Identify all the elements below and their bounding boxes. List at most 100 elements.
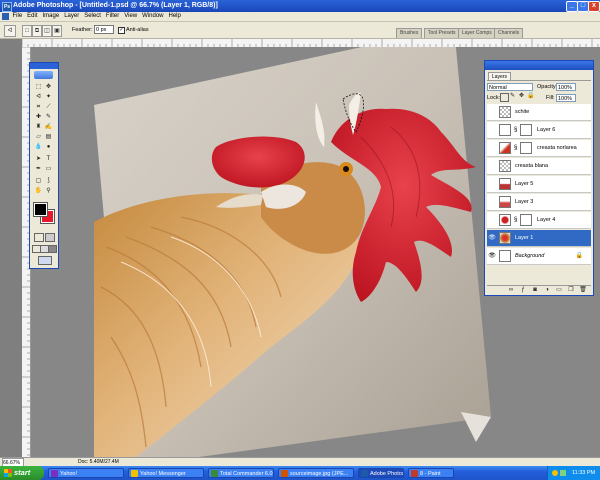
new-group-icon[interactable]: ▭ (555, 286, 563, 294)
standard-mode-icon[interactable] (34, 233, 44, 242)
title-bar[interactable]: Ps Adobe Photoshop - [Untitled-1.psd @ 6… (0, 0, 600, 12)
fill-input[interactable]: 100% (556, 94, 576, 102)
network-tray-icon[interactable] (560, 470, 566, 476)
eyedropper-tool-icon[interactable]: ⟆ (44, 177, 53, 186)
taskbar-button[interactable]: Adobe Photoshop - [... (358, 468, 404, 478)
visibility-eye-icon[interactable]: 👁 (488, 252, 496, 261)
messenger-tray-icon[interactable] (552, 470, 558, 476)
taskbar-button[interactable]: sourceimage.jpg (JPE... (278, 468, 354, 478)
healing-brush-tool-icon[interactable]: ✚ (34, 113, 43, 122)
layer-thumbnail (499, 196, 511, 208)
layers-panel-header[interactable] (485, 61, 593, 70)
lasso-tool-preset-icon[interactable]: ᐊ (4, 25, 16, 37)
menu-file[interactable]: File (10, 12, 25, 21)
dodge-tool-icon[interactable]: ● (44, 143, 53, 152)
visibility-toggle-icon[interactable] (488, 180, 496, 189)
layer-row[interactable]: Layer 3 (487, 194, 591, 211)
visibility-eye-icon[interactable]: 👁 (488, 234, 496, 243)
foreground-color-swatch[interactable] (33, 202, 48, 217)
layer-row[interactable]: Layer 5 (487, 176, 591, 193)
crop-tool-icon[interactable]: ⌗ (34, 103, 43, 112)
link-layers-icon[interactable]: ∞ (507, 286, 515, 294)
close-button[interactable]: x (588, 1, 600, 12)
windows-flag-icon (4, 469, 12, 477)
slice-tool-icon[interactable]: ⟋ (44, 103, 53, 112)
layer-row[interactable]: schite (487, 104, 591, 121)
intersect-selection-icon[interactable]: ▣ (52, 25, 62, 37)
clone-stamp-tool-icon[interactable]: ♜ (34, 123, 43, 132)
toolbox-header[interactable] (30, 63, 58, 69)
layer-style-icon[interactable]: ƒ (519, 286, 527, 294)
layer-row-active[interactable]: 👁 Layer 1 (487, 230, 591, 247)
menu-view[interactable]: View (122, 12, 140, 21)
history-brush-tool-icon[interactable]: ✍ (44, 123, 53, 132)
menu-filter[interactable]: Filter (103, 12, 121, 21)
notes-tool-icon[interactable]: ▢ (34, 177, 43, 186)
visibility-toggle-icon[interactable] (488, 126, 496, 135)
taskbar-button[interactable]: 8 - Paint (408, 468, 454, 478)
menu-image[interactable]: Image (40, 12, 62, 21)
feather-label: Feather: (72, 27, 93, 33)
path-selection-tool-icon[interactable]: ➤ (34, 155, 43, 164)
layer-row[interactable]: § Layer 4 (487, 212, 591, 229)
tab-channels[interactable]: Channels (494, 28, 524, 38)
menu-window[interactable]: Window (140, 12, 166, 21)
window-title: Adobe Photoshop - [Untitled-1.psd @ 66.7… (13, 2, 218, 9)
gradient-tool-icon[interactable]: ▤ (44, 133, 53, 142)
start-button[interactable]: start (0, 466, 44, 480)
type-tool-icon[interactable]: T (44, 155, 53, 164)
new-layer-icon[interactable]: ❐ (567, 286, 575, 294)
visibility-toggle-icon[interactable] (488, 162, 496, 171)
menu-edit[interactable]: Edit (25, 12, 40, 21)
zoom-tool-icon[interactable]: ⚲ (44, 187, 53, 196)
layer-row[interactable]: 👁 Background 🔒 (487, 248, 591, 265)
app-icon (361, 470, 368, 477)
trash-icon[interactable]: 🗑 (579, 286, 587, 294)
taskbar-button[interactable]: Total Commander 6.0... (208, 468, 274, 478)
visibility-toggle-icon[interactable] (488, 198, 496, 207)
visibility-toggle-icon[interactable] (488, 144, 496, 153)
magic-wand-tool-icon[interactable]: ✦ (44, 93, 53, 102)
layer-row[interactable]: creasta blana (487, 158, 591, 175)
hand-tool-icon[interactable]: ✋ (34, 187, 43, 196)
taskbar-button[interactable]: Yahoo! Messenger (128, 468, 204, 478)
lock-position-icon[interactable]: ✥ (518, 93, 525, 100)
tab-tool-presets[interactable]: Tool Presets (424, 28, 460, 38)
pen-tool-icon[interactable]: ✒ (34, 165, 43, 174)
layer-row[interactable]: § Layer 6 (487, 122, 591, 139)
layer-row[interactable]: § creasta norlarea (487, 140, 591, 157)
layer-name: creasta norlarea (537, 145, 577, 151)
blur-tool-icon[interactable]: 💧 (34, 143, 43, 152)
tab-layer-comps[interactable]: Layer Comps (458, 28, 496, 38)
feather-input[interactable]: 0 px (94, 25, 114, 34)
menu-layer[interactable]: Layer (62, 12, 82, 21)
tab-brushes[interactable]: Brushes (396, 28, 423, 38)
marquee-tool-icon[interactable]: ⬚ (34, 83, 43, 92)
jump-to-imageready-icon[interactable] (38, 256, 52, 265)
shape-tool-icon[interactable]: ▭ (44, 165, 53, 174)
menu-help[interactable]: Help (166, 12, 183, 21)
lock-transparent-icon[interactable] (500, 93, 509, 102)
visibility-toggle-icon[interactable] (488, 216, 496, 225)
lasso-tool-icon[interactable]: ᐊ (34, 93, 43, 102)
opacity-input[interactable]: 100% (556, 83, 576, 91)
lock-all-icon[interactable]: 🔒 (527, 93, 534, 100)
blend-mode-select[interactable]: Normal (487, 83, 533, 91)
add-selection-icon[interactable]: ⧉ (32, 25, 42, 37)
taskbar-button[interactable]: Yahoo! (48, 468, 124, 478)
screen-mode-full-icon[interactable] (48, 245, 57, 253)
antialias-checkbox[interactable]: ✓ (118, 27, 125, 34)
lock-icon: 🔒 (575, 253, 583, 259)
new-selection-icon[interactable]: □ (22, 25, 32, 37)
adjustment-layer-icon[interactable]: ◑ (543, 286, 551, 294)
visibility-toggle-icon[interactable] (488, 108, 496, 117)
subtract-selection-icon[interactable]: ◫ (42, 25, 52, 37)
add-mask-icon[interactable]: ◙ (531, 286, 539, 294)
layer-thumbnail (499, 232, 511, 244)
eraser-tool-icon[interactable]: ▱ (34, 133, 43, 142)
lock-image-icon[interactable]: ✎ (509, 93, 516, 100)
menu-select[interactable]: Select (82, 12, 104, 21)
quick-mask-mode-icon[interactable] (45, 233, 55, 242)
move-tool-icon[interactable]: ✥ (44, 83, 53, 92)
brush-tool-icon[interactable]: ✎ (44, 113, 53, 122)
